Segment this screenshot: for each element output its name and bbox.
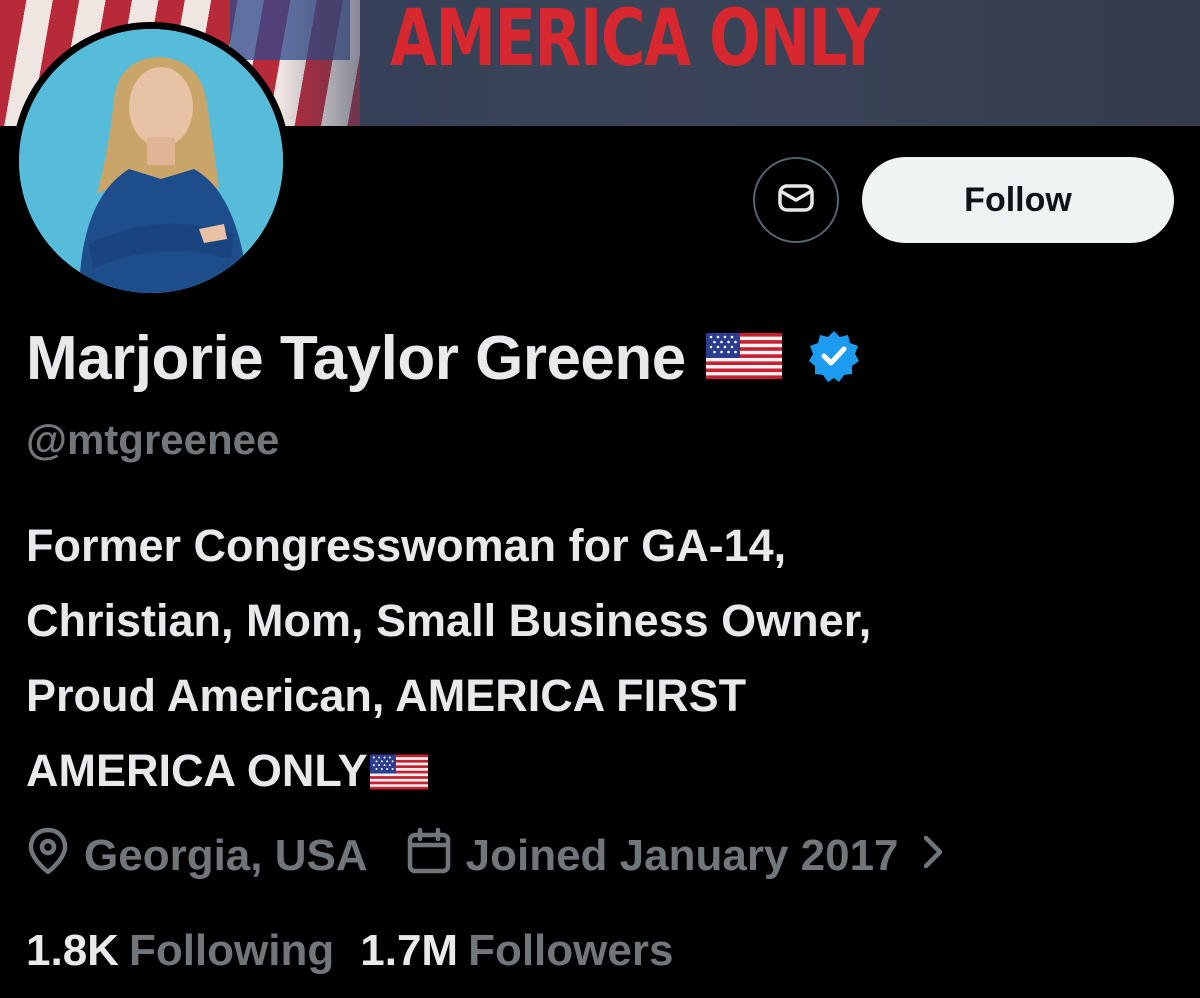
followers-link[interactable]: 1.7M Followers bbox=[360, 926, 673, 976]
join-date[interactable]: Joined January 2017 bbox=[406, 827, 959, 886]
profile-name: Marjorie Taylor Greene bbox=[26, 323, 686, 393]
bio-line-last: AMERICA ONLY bbox=[26, 733, 1186, 808]
bio-line: Christian, Mom, Small Business Owner, bbox=[26, 595, 872, 646]
us-flag-emoji-icon bbox=[369, 737, 428, 812]
following-label: Following bbox=[128, 926, 335, 975]
follow-button[interactable]: Follow bbox=[862, 157, 1174, 243]
banner-text: AMERICA ONLY bbox=[390, 0, 880, 84]
message-button[interactable] bbox=[753, 157, 839, 243]
chevron-right-icon[interactable] bbox=[921, 831, 959, 881]
profile-handle: @mtgreenee bbox=[26, 416, 280, 463]
bio-line: Proud American, AMERICA FIRST bbox=[26, 670, 747, 721]
location: Georgia, USA bbox=[26, 826, 368, 887]
profile-bio: Former Congresswoman for GA-14, Christia… bbox=[26, 508, 1186, 808]
bio-line: Former Congresswoman for GA-14, bbox=[26, 520, 787, 571]
avatar-photo bbox=[19, 29, 283, 293]
bio-line-text: AMERICA ONLY bbox=[26, 745, 368, 796]
following-count: 1.8K bbox=[26, 926, 119, 975]
envelope-icon bbox=[776, 178, 816, 223]
join-date-text: Joined January 2017 bbox=[465, 831, 899, 880]
profile-meta: Georgia, USA Joined January 2017 bbox=[26, 826, 959, 886]
location-text: Georgia, USA bbox=[84, 831, 368, 880]
verified-badge-icon[interactable] bbox=[806, 328, 862, 389]
followers-label: Followers bbox=[468, 926, 674, 975]
following-link[interactable]: 1.8K Following bbox=[26, 926, 334, 976]
us-flag-emoji-icon bbox=[705, 332, 782, 384]
map-pin-icon bbox=[26, 826, 84, 887]
profile-stats: 1.8K Following 1.7M Followers bbox=[26, 921, 673, 981]
followers-count: 1.7M bbox=[360, 926, 459, 975]
avatar[interactable] bbox=[12, 22, 290, 300]
profile-name-row: Marjorie Taylor Greene bbox=[26, 322, 862, 394]
calendar-icon bbox=[406, 827, 466, 886]
